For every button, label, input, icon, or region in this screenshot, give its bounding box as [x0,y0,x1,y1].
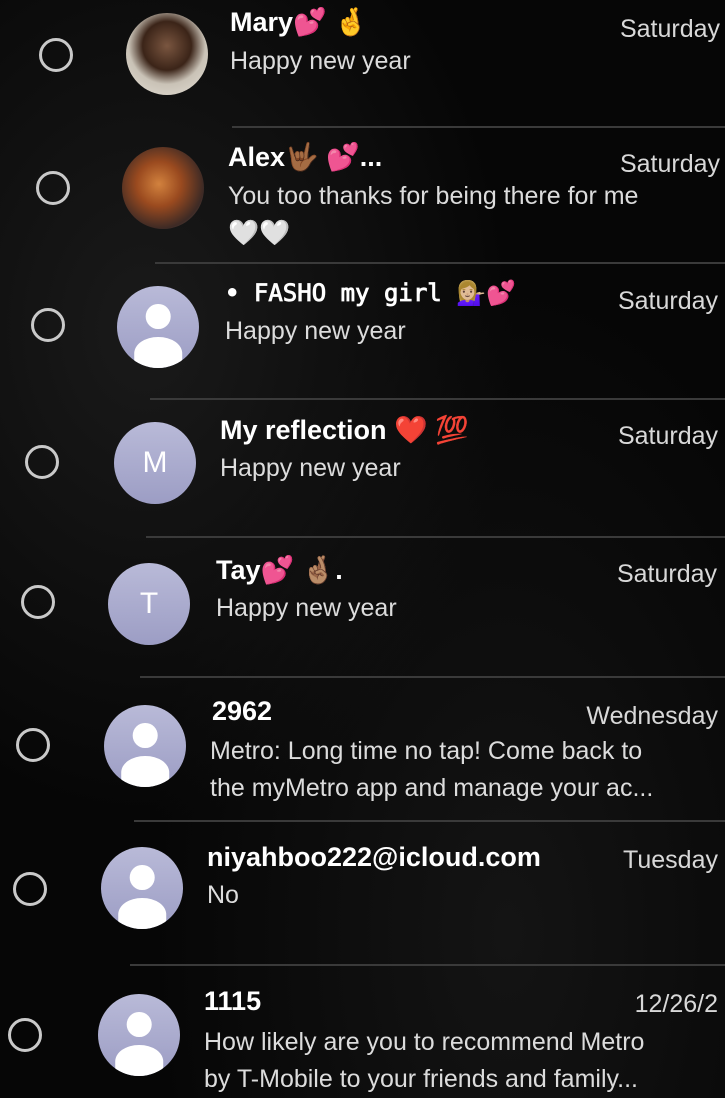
initial-avatar: M [114,422,196,504]
message-date: Wednesday [586,702,718,730]
message-preview: You too thanks for being there for me 🤍🤍 [228,182,639,247]
person-icon [101,847,183,929]
contact-name: Tay💕 🤞🏽. [216,555,343,585]
conversation-row[interactable]: • 𝙵𝙰𝚂𝙷𝙾 𝚖𝚢 𝚐𝚒𝚛𝚕 💁🏼‍♀️💕 Saturday Happy ne… [0,264,725,396]
message-date: Saturday [619,15,720,43]
message-preview: Happy new year [225,317,406,345]
conversation-row[interactable]: Mary💕 🤞 Saturday Happy new year [0,0,725,125]
select-circle[interactable] [25,445,59,479]
contact-name: Mary💕 🤞 [230,7,368,37]
conversation-row[interactable]: T Tay💕 🤞🏽. Saturday Happy new year [0,538,725,674]
contact-name: 1115 [204,986,262,1016]
contact-name: My reflection ❤️ 💯 [220,415,469,445]
contact-photo-avatar [126,13,208,95]
select-circle[interactable] [31,308,65,342]
conversation-list: Mary💕 🤞 Saturday Happy new year Alex🤟🏾 💕… [0,0,725,1098]
message-date: Saturday [619,150,720,178]
contact-name: Alex🤟🏾 💕... [228,142,383,172]
initial-avatar: T [108,563,190,645]
conversation-row[interactable]: Alex🤟🏾 💕... Saturday You too thanks for … [0,128,725,260]
message-date: Tuesday [623,846,718,874]
message-preview: Happy new year [220,454,401,482]
message-date: Saturday [616,560,717,588]
contact-name: niyahboo222@icloud.com [207,842,541,872]
message-preview: How likely are you to recommend Metro by… [204,1028,645,1093]
select-circle[interactable] [21,585,55,619]
message-date: Saturday [617,287,718,315]
person-icon [117,286,199,368]
select-circle[interactable] [36,171,70,205]
message-preview: Happy new year [216,594,397,622]
message-date: Saturday [617,422,718,450]
contact-name: • 𝙵𝙰𝚂𝙷𝙾 𝚖𝚢 𝚐𝚒𝚛𝚕 💁🏼‍♀️💕 [225,279,516,307]
person-icon [104,705,186,787]
conversation-row[interactable]: 1115 12/26/2 How likely are you to recom… [0,966,725,1098]
message-preview: Metro: Long time no tap! Come back to th… [210,737,654,802]
conversation-row[interactable]: niyahboo222@icloud.com Tuesday No [0,822,725,962]
conversation-row[interactable]: 2962 Wednesday Metro: Long time no tap! … [0,678,725,818]
message-preview: Happy new year [230,47,411,75]
message-date: 12/26/2 [634,990,718,1018]
person-icon [98,994,180,1076]
select-circle[interactable] [13,872,47,906]
select-circle[interactable] [16,728,50,762]
contact-name: 2962 [212,696,273,726]
select-circle[interactable] [39,38,73,72]
conversation-row[interactable]: M My reflection ❤️ 💯 Saturday Happy new … [0,400,725,534]
select-circle[interactable] [8,1018,42,1052]
contact-photo-avatar [122,147,204,229]
message-preview: No [207,881,239,909]
